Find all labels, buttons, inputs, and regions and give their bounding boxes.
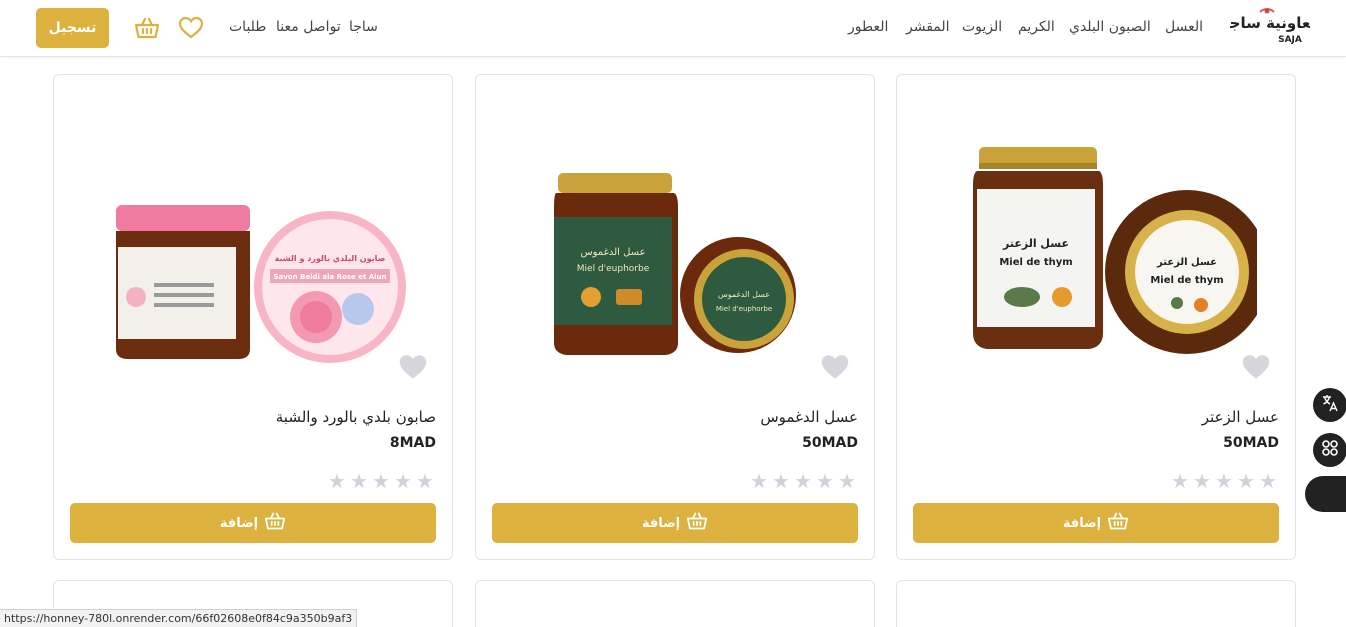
add-to-cart-button[interactable]: إضافة [492, 503, 858, 543]
nav-creams[interactable]: الكريم [1018, 19, 1055, 35]
soap-lid-fr: Savon Beldi ala Rose et Alun [273, 273, 386, 281]
euphorbia-lid-fr: Miel d'euphorbe [716, 305, 772, 313]
product-price: 50MAD [802, 435, 858, 451]
star-icon[interactable]: ★ [838, 471, 858, 491]
add-to-cart-button[interactable]: إضافة [70, 503, 436, 543]
side-tab-button[interactable] [1305, 476, 1346, 512]
nav-perfumes[interactable]: العطور [848, 19, 888, 35]
star-icon[interactable]: ★ [750, 471, 770, 491]
product-card-rose-soap[interactable]: صابون البلدي بالورد و الشبة Savon Beldi … [53, 74, 453, 560]
product-card-next-3[interactable] [896, 580, 1296, 627]
favorite-heart-icon[interactable] [820, 353, 850, 383]
add-to-cart-label: إضافة [219, 515, 259, 531]
star-icon[interactable]: ★ [1171, 471, 1191, 491]
product-name[interactable]: عسل الزعتر [1202, 408, 1279, 426]
site-logo[interactable]: تعاونية ساجا SAJA [1224, 6, 1316, 46]
nav-oils[interactable]: الزيوت [962, 19, 1002, 35]
nav-scrubs[interactable]: المقشر [906, 19, 950, 35]
star-icon[interactable]: ★ [350, 471, 370, 491]
product-card-euphorbia-honey[interactable]: عسل الدغموس Miel d'euphorbe عسل الدغموس … [475, 74, 875, 560]
grid-icon [1321, 439, 1339, 461]
star-icon[interactable]: ★ [1215, 471, 1235, 491]
translate-icon [1321, 394, 1339, 416]
site-header: تسجيل طلبات تواصل معنا ساجا العطور المقش… [0, 0, 1346, 57]
euphorbia-lid-ar: عسل الدغموس [718, 290, 770, 299]
star-icon[interactable]: ★ [328, 471, 348, 491]
add-to-cart-button[interactable]: إضافة [913, 503, 1279, 543]
star-icon[interactable]: ★ [394, 471, 414, 491]
logo-text-ar: تعاونية ساجا [1230, 14, 1310, 32]
basket-icon [264, 511, 286, 535]
add-to-cart-label: إضافة [641, 515, 681, 531]
heart-icon[interactable] [178, 15, 204, 41]
nav-soap[interactable]: الصبون البلدي [1069, 19, 1151, 35]
product-rating[interactable]: ★ ★ ★ ★ ★ [750, 471, 858, 491]
star-icon[interactable]: ★ [816, 471, 836, 491]
star-icon[interactable]: ★ [372, 471, 392, 491]
nav-saja[interactable]: ساجا [349, 19, 378, 35]
cart-icon[interactable] [134, 15, 160, 41]
thyme-lid-ar: عسل الزعتر [1156, 257, 1217, 268]
thyme-lid-fr: Miel de thym [1150, 275, 1223, 286]
nav-honey[interactable]: العسل [1165, 19, 1203, 35]
favorite-heart-icon[interactable] [1241, 353, 1271, 383]
star-icon[interactable]: ★ [794, 471, 814, 491]
star-icon[interactable]: ★ [1193, 471, 1213, 491]
product-price: 50MAD [1223, 435, 1279, 451]
add-to-cart-label: إضافة [1062, 515, 1102, 531]
thyme-label-ar: عسل الزعتر [1002, 237, 1069, 250]
product-image-rose-soap[interactable]: صابون البلدي بالورد و الشبة Savon Beldi … [94, 137, 414, 367]
nav-contact[interactable]: تواصل معنا [276, 19, 341, 35]
star-icon[interactable]: ★ [1237, 471, 1257, 491]
status-url: https://honney-780l.onrender.com/66f0260… [0, 609, 358, 627]
nav-orders[interactable]: طلبات [229, 19, 266, 35]
basket-icon [686, 511, 708, 535]
soap-lid-ar: صابون البلدي بالورد و الشبة [275, 254, 386, 263]
signup-button[interactable]: تسجيل [36, 8, 109, 48]
product-image-thyme-honey[interactable]: عسل الزعتر Miel de thym عسل الزعتر Miel … [937, 137, 1269, 367]
product-card-thyme-honey[interactable]: عسل الزعتر Miel de thym عسل الزعتر Miel … [896, 74, 1296, 560]
euphorbia-label-ar: عسل الدغموس [580, 247, 645, 258]
product-rating[interactable]: ★ ★ ★ ★ ★ [1171, 471, 1279, 491]
product-price: 8MAD [389, 435, 436, 451]
translate-button[interactable] [1313, 388, 1346, 422]
product-name[interactable]: صابون بلدي بالورد والشبة [276, 408, 436, 426]
logo-text-en: SAJA [1278, 35, 1302, 45]
star-icon[interactable]: ★ [416, 471, 436, 491]
basket-icon [1107, 511, 1129, 535]
star-icon[interactable]: ★ [772, 471, 792, 491]
favorite-heart-icon[interactable] [398, 353, 428, 383]
product-card-next-2[interactable] [475, 580, 875, 627]
thyme-label-fr: Miel de thym [999, 257, 1072, 268]
apps-button[interactable] [1313, 433, 1346, 467]
euphorbia-label-fr: Miel d'euphorbe [577, 264, 650, 274]
product-image-euphorbia-honey[interactable]: عسل الدغموس Miel d'euphorbe عسل الدغموس … [516, 137, 836, 367]
star-icon[interactable]: ★ [1259, 471, 1279, 491]
product-name[interactable]: عسل الدغموس [760, 408, 858, 426]
product-rating[interactable]: ★ ★ ★ ★ ★ [328, 471, 436, 491]
